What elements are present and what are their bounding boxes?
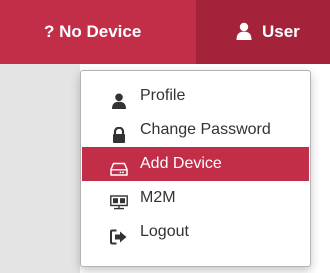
user-dropdown-menu: Profile Change Password Add Device M2M L… bbox=[80, 70, 311, 267]
menu-item-label: Profile bbox=[140, 87, 186, 104]
menu-item-profile[interactable]: Profile bbox=[82, 79, 309, 113]
menu-item-label: Change Password bbox=[140, 121, 271, 138]
device-selector[interactable]: ? No Device bbox=[20, 0, 153, 64]
lock-icon bbox=[110, 122, 128, 143]
sign-out-icon bbox=[110, 224, 128, 245]
network-icon bbox=[110, 190, 128, 210]
user-icon bbox=[110, 88, 128, 109]
menu-item-label: M2M bbox=[140, 189, 176, 206]
menu-item-change-password[interactable]: Change Password bbox=[82, 113, 309, 147]
top-navbar: ? No Device User bbox=[0, 0, 330, 64]
menu-item-label: Logout bbox=[140, 223, 189, 240]
user-label: User bbox=[262, 22, 300, 41]
menu-item-label: Add Device bbox=[140, 155, 222, 172]
menu-item-logout[interactable]: Logout bbox=[82, 215, 309, 249]
hard-drive-icon bbox=[110, 156, 128, 176]
user-icon bbox=[236, 22, 252, 45]
menu-item-m2m[interactable]: M2M bbox=[82, 181, 309, 215]
background-panel bbox=[0, 64, 80, 273]
user-menu-toggle[interactable]: User bbox=[196, 0, 330, 64]
menu-item-add-device[interactable]: Add Device bbox=[82, 147, 309, 181]
